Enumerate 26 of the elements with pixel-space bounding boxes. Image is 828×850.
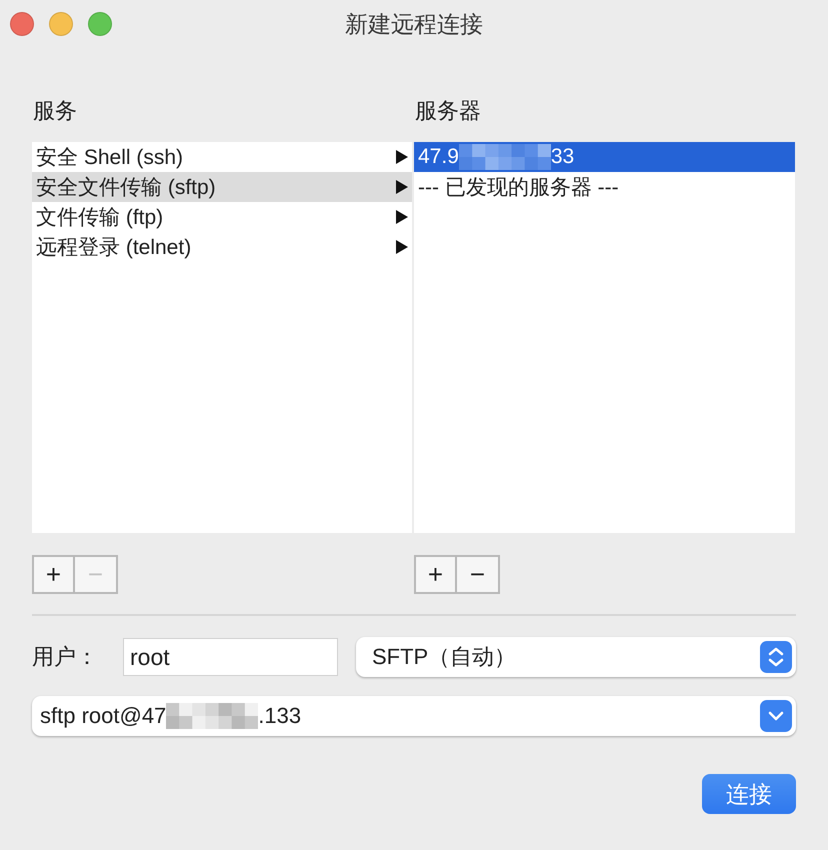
submenu-arrow-icon [396,210,408,224]
submenu-arrow-icon [396,180,408,194]
command-combobox[interactable]: sftp root@47 .133 [32,696,796,736]
remove-button[interactable]: − [457,555,500,594]
user-label: 用户： [32,643,99,671]
stepper-icon [760,641,792,673]
server-item[interactable]: --- 已发现的服务器 --- [414,172,795,202]
submenu-arrow-icon [396,240,408,254]
service-item[interactable]: 安全文件传输 (sftp) [32,172,412,202]
minimize-button[interactable] [49,12,73,36]
services-heading: 服务 [33,97,78,125]
server-item[interactable]: 47.9 33 [414,142,795,172]
service-item[interactable]: 安全 Shell (ssh) [32,142,412,172]
connect-button[interactable]: 连接 [702,774,796,814]
service-item[interactable]: 文件传输 (ftp) [32,202,412,232]
submenu-arrow-icon [396,150,408,164]
add-button[interactable]: + [414,555,457,594]
user-field[interactable]: root [123,638,338,676]
protocol-popup[interactable]: SFTP（自动） [356,637,796,677]
window-title: 新建远程连接 [345,10,483,38]
zoom-button[interactable] [88,12,112,36]
close-button[interactable] [10,12,34,36]
service-item[interactable]: 远程登录 (telnet) [32,232,412,262]
servers-heading: 服务器 [415,97,482,125]
dropdown-icon [760,700,792,732]
add-button[interactable]: + [32,555,75,594]
